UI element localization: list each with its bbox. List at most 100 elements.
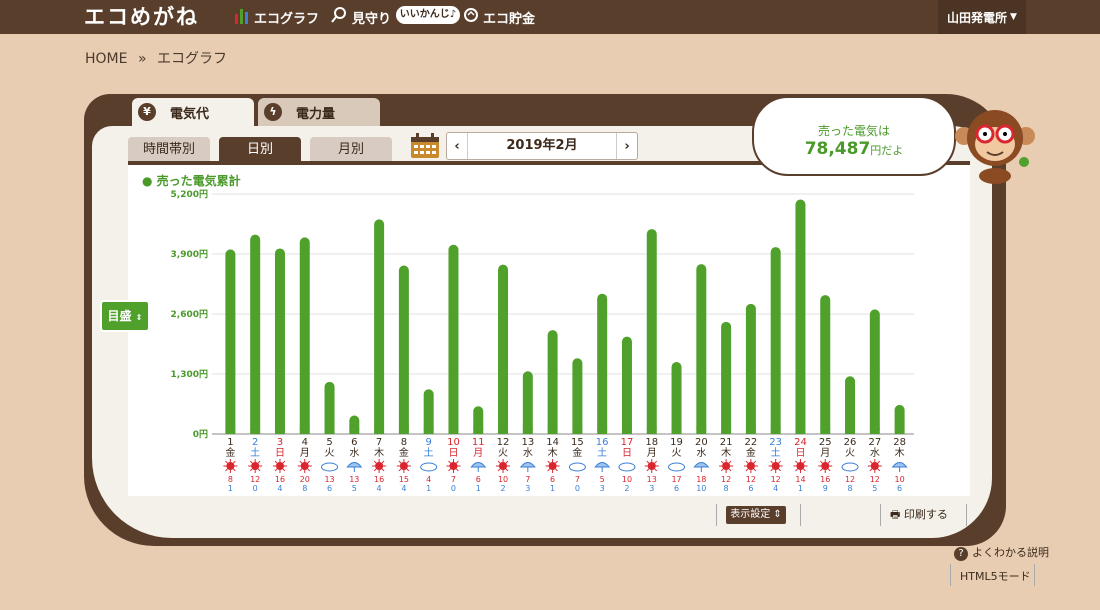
chart-bar-base	[274, 428, 285, 434]
print-button[interactable]: 🖶 印刷する	[890, 506, 948, 525]
chart-bar	[671, 362, 682, 434]
nav-eco-graph-label: エコグラフ	[254, 11, 320, 27]
html5-mode-link[interactable]: HTML5モード	[960, 568, 1031, 584]
high-temp-label: 8	[228, 475, 233, 484]
cloud-icon	[568, 462, 586, 472]
chart-bar	[621, 336, 632, 434]
chart-bar-base	[522, 428, 533, 434]
x-day-label: 22	[745, 437, 758, 448]
x-day-label: 9	[425, 437, 431, 448]
nav-eco-graph[interactable]: エコグラフ	[234, 0, 319, 34]
x-weekday-label: 火	[845, 447, 855, 459]
x-day-label: 19	[670, 437, 683, 448]
chart-bar-base	[770, 428, 781, 434]
divider	[880, 504, 881, 526]
calendar-icon[interactable]	[410, 133, 440, 159]
high-temp-label: 10	[622, 475, 632, 484]
prev-month-button[interactable]: ‹	[447, 139, 467, 154]
nav-eco-chokin[interactable]: エコ貯金	[463, 0, 535, 34]
low-temp-label: 2	[500, 484, 505, 493]
high-temp-label: 5	[600, 475, 605, 484]
low-temp-label: 0	[575, 484, 580, 493]
high-temp-label: 12	[845, 475, 855, 484]
chart-bar	[795, 199, 806, 434]
chart-bar	[250, 234, 261, 434]
umbrella-icon	[594, 462, 611, 468]
chart-bar-base	[250, 428, 261, 434]
chart-bar	[374, 219, 385, 434]
low-temp-label: 4	[377, 484, 382, 493]
y-tick-label: 0円	[193, 429, 208, 440]
chart-bar	[770, 247, 781, 434]
scale-toggle-button[interactable]: 目盛 ⇕	[100, 300, 150, 332]
help-label: よくわかる説明	[972, 546, 1049, 559]
x-weekday-label: 土	[424, 446, 434, 459]
bar-chart-icon	[234, 6, 250, 28]
breadcrumb: HOME » エコグラフ	[85, 48, 233, 68]
high-temp-label: 6	[550, 475, 555, 484]
period-hourly-tab[interactable]: 時間帯別	[128, 137, 210, 161]
chart-bar	[448, 244, 459, 434]
x-day-label: 14	[546, 437, 559, 448]
high-temp-label: 20	[300, 475, 310, 484]
x-day-label: 2	[252, 437, 258, 448]
low-temp-label: 3	[525, 484, 530, 493]
chart-bar-base	[299, 428, 310, 434]
x-day-label: 26	[844, 437, 857, 448]
high-temp-label: 16	[275, 475, 285, 484]
x-day-label: 10	[447, 437, 460, 448]
low-temp-label: 1	[550, 484, 555, 493]
high-temp-label: 10	[498, 475, 508, 484]
period-daily-tab[interactable]: 日別	[219, 137, 301, 161]
tab-denkidai[interactable]: ¥ 電気代	[132, 98, 254, 126]
nav-mimamori[interactable]: 見守り	[330, 0, 391, 34]
high-temp-label: 14	[795, 475, 805, 484]
tab-denkidai-label: 電気代	[170, 106, 210, 122]
x-weekday-label: 水	[349, 447, 359, 459]
chart-bar-base	[721, 428, 732, 434]
chart-bar	[572, 358, 583, 434]
breadcrumb-home[interactable]: HOME	[85, 51, 127, 67]
umbrella-icon	[470, 462, 487, 468]
y-tick-label: 2,600円	[171, 309, 208, 320]
user-menu[interactable]: 山田発電所 ▼	[938, 0, 1026, 34]
high-temp-label: 12	[870, 475, 880, 484]
x-weekday-label: 月	[647, 447, 657, 459]
sold-electricity-bubble: 売った電気は 78,487円だよ	[752, 96, 956, 176]
tab-denryoku[interactable]: ϟ 電力量	[258, 98, 380, 126]
x-day-label: 8	[401, 437, 407, 448]
app-logo[interactable]: エコめがね	[84, 4, 199, 30]
period-monthly-tab[interactable]: 月別	[310, 137, 392, 161]
x-weekday-label: 火	[672, 447, 682, 459]
high-temp-label: 13	[324, 475, 334, 484]
chart-bar-base	[820, 428, 831, 434]
question-icon: ?	[954, 547, 968, 561]
next-month-button[interactable]: ›	[617, 139, 637, 154]
chart-bar-base	[374, 428, 385, 434]
x-weekday-label: 土	[771, 446, 781, 459]
high-temp-label: 13	[349, 475, 359, 484]
chart-bar-base	[448, 428, 459, 434]
chart-bar-base	[225, 428, 236, 434]
x-day-label: 4	[302, 437, 308, 448]
high-temp-label: 12	[721, 475, 731, 484]
chart-bar	[820, 295, 831, 434]
print-label: 印刷する	[903, 508, 948, 521]
chart-bar	[845, 376, 856, 434]
low-temp-label: 6	[748, 484, 753, 493]
bubble-amount: 78,487	[804, 139, 871, 159]
display-settings-button[interactable]: 表示設定 ⇕	[726, 506, 786, 524]
high-temp-label: 18	[696, 475, 706, 484]
chart-bar	[274, 248, 285, 434]
divider	[800, 504, 801, 526]
chart-bar-base	[894, 428, 905, 434]
breadcrumb-current: エコグラフ	[156, 51, 227, 67]
umbrella-icon	[693, 462, 710, 468]
x-day-label: 25	[819, 437, 832, 448]
chart-bar-base	[473, 428, 484, 434]
bar-chart: 0円1,300円2,600円3,900円5,200円1金812土1203日164…	[171, 189, 914, 493]
low-temp-label: 1	[426, 484, 431, 493]
help-link[interactable]: ? よくわかる説明	[954, 544, 1049, 561]
low-temp-label: 5	[872, 484, 877, 493]
low-temp-label: 8	[724, 484, 729, 493]
